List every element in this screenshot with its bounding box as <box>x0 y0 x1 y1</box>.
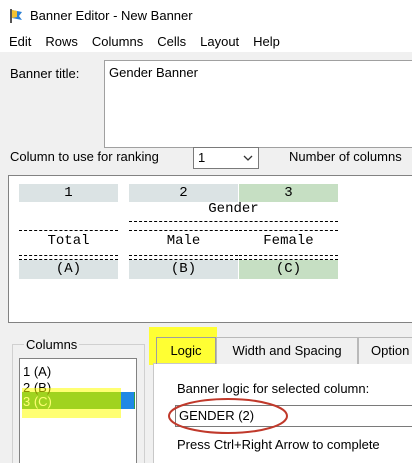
menu-layout[interactable]: Layout <box>193 31 246 52</box>
label-rule-1 <box>19 255 118 256</box>
menu-rows[interactable]: Rows <box>38 31 85 52</box>
banner-preview[interactable]: 1 2 3 Gender Total Male Female (A) (B) (… <box>8 175 412 323</box>
banner-logic-label: Banner logic for selected column: <box>177 381 370 396</box>
menu-help[interactable]: Help <box>246 31 287 52</box>
menu-columns[interactable]: Columns <box>85 31 150 52</box>
label-rule-2 <box>129 255 238 256</box>
menu-bar: Edit Rows Columns Cells Layout Help <box>0 31 412 52</box>
columns-list-item-1[interactable]: 1 (A) <box>23 364 51 380</box>
ranking-column-label: Column to use for ranking <box>10 149 159 164</box>
banner-logic-hint: Press Ctrl+Right Arrow to complete <box>177 437 380 452</box>
banner-app-icon <box>10 9 22 23</box>
letter-rule-1 <box>19 259 118 260</box>
columns-list[interactable]: 1 (A) 2 (B) 3 (C) <box>19 358 137 463</box>
banner-title-label: Banner title: <box>10 66 80 81</box>
menu-cells[interactable]: Cells <box>150 31 193 52</box>
group-underline <box>129 221 338 222</box>
column-label-female: Female <box>263 233 314 249</box>
column-letter-a[interactable]: (A) <box>19 260 118 279</box>
banner-title-input[interactable]: Gender Banner <box>104 60 412 148</box>
tab-options[interactable]: Option <box>358 337 412 364</box>
label-top-rule-2 <box>129 230 238 231</box>
group-label: Gender <box>208 201 259 217</box>
ranking-column-value: 1 <box>198 150 206 165</box>
letter-rule-2 <box>129 259 238 260</box>
columns-list-selection-edge <box>121 392 134 409</box>
tab-logic[interactable]: Logic <box>156 337 216 364</box>
number-of-columns-label: Number of columns <box>289 149 402 164</box>
chevron-down-icon <box>243 155 253 161</box>
column-label-total: Total <box>47 233 90 249</box>
tab-width-spacing[interactable]: Width and Spacing <box>216 337 358 364</box>
ranking-column-select[interactable]: 1 <box>193 147 259 169</box>
menu-edit[interactable]: Edit <box>2 31 38 52</box>
label-rule-3 <box>239 255 338 256</box>
window-title: Banner Editor - New Banner <box>30 8 193 23</box>
column-letter-b[interactable]: (B) <box>129 260 238 279</box>
columns-group-label: Columns <box>24 337 80 352</box>
title-bar: Banner Editor - New Banner <box>0 0 412 31</box>
label-top-rule-1 <box>19 230 118 231</box>
column-letter-c[interactable]: (C) <box>239 260 338 279</box>
columns-list-item-3[interactable]: 3 (C) <box>23 394 52 410</box>
label-top-rule-3 <box>239 230 338 231</box>
column-label-male: Male <box>166 233 201 249</box>
column-number-1[interactable]: 1 <box>19 184 118 202</box>
letter-rule-3 <box>239 259 338 260</box>
annotation-circle <box>168 398 288 434</box>
